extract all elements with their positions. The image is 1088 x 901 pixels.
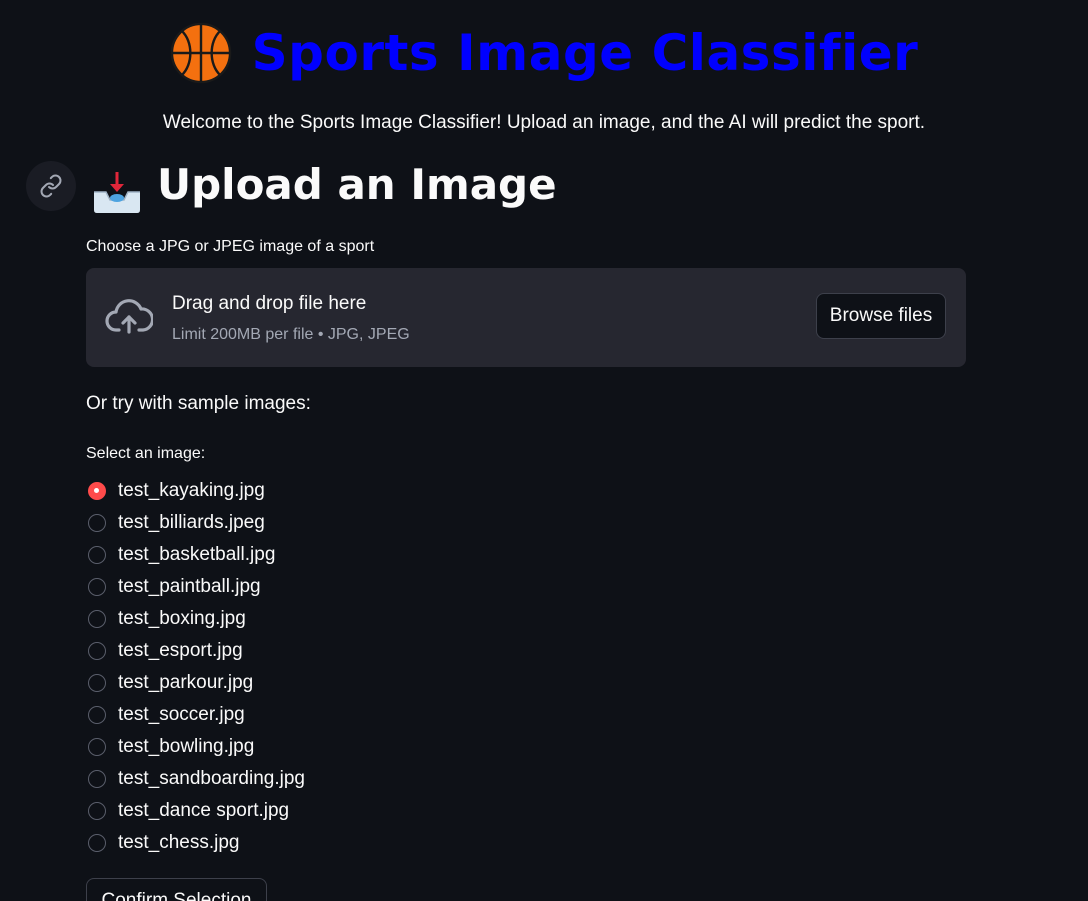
file-uploader-label: Choose a JPG or JPEG image of a sport bbox=[86, 238, 375, 255]
radio-option-label: test_paintball.jpg bbox=[118, 576, 261, 597]
radio-option[interactable]: test_paintball.jpg bbox=[88, 571, 305, 603]
radio-button[interactable] bbox=[88, 642, 106, 660]
radio-option-label: test_chess.jpg bbox=[118, 832, 240, 853]
upload-heading: Upload an Image bbox=[157, 160, 557, 209]
radio-option-label: test_sandboarding.jpg bbox=[118, 768, 305, 789]
radio-option-label: test_basketball.jpg bbox=[118, 544, 276, 565]
radio-button[interactable] bbox=[88, 770, 106, 788]
radio-button[interactable] bbox=[88, 546, 106, 564]
sample-images-intro: Or try with sample images: bbox=[86, 393, 311, 414]
radio-option[interactable]: test_dance sport.jpg bbox=[88, 795, 305, 827]
radio-option[interactable]: test_kayaking.jpg bbox=[88, 475, 305, 507]
welcome-text: Welcome to the Sports Image Classifier! … bbox=[162, 112, 926, 133]
radio-group-label: Select an image: bbox=[86, 445, 206, 462]
dropzone-limit-text: Limit 200MB per file • JPG, JPEG bbox=[172, 326, 410, 343]
inbox-tray-icon bbox=[94, 172, 140, 213]
cloud-upload-icon bbox=[105, 299, 153, 334]
page-title: Sports Image Classifier bbox=[251, 24, 919, 82]
link-icon bbox=[40, 174, 62, 198]
radio-option-label: test_billiards.jpeg bbox=[118, 512, 265, 533]
radio-button[interactable] bbox=[88, 738, 106, 756]
radio-option-label: test_esport.jpg bbox=[118, 640, 243, 661]
radio-option[interactable]: test_billiards.jpeg bbox=[88, 507, 305, 539]
radio-button[interactable] bbox=[88, 610, 106, 628]
browse-files-button[interactable]: Browse files bbox=[816, 293, 946, 339]
heading-anchor-link[interactable] bbox=[26, 161, 76, 211]
confirm-selection-button[interactable]: Confirm Selection bbox=[86, 878, 267, 901]
radio-button[interactable] bbox=[88, 514, 106, 532]
basketball-icon bbox=[170, 22, 231, 84]
radio-option-label: test_kayaking.jpg bbox=[118, 480, 265, 501]
dropzone-title: Drag and drop file here bbox=[172, 293, 367, 314]
radio-option[interactable]: test_soccer.jpg bbox=[88, 699, 305, 731]
radio-option[interactable]: test_basketball.jpg bbox=[88, 539, 305, 571]
radio-button[interactable] bbox=[88, 674, 106, 692]
radio-option-label: test_dance sport.jpg bbox=[118, 800, 290, 821]
radio-option[interactable]: test_boxing.jpg bbox=[88, 603, 305, 635]
radio-option-label: test_bowling.jpg bbox=[118, 736, 255, 757]
radio-button[interactable] bbox=[88, 578, 106, 596]
app-page: Sports Image Classifier Welcome to the S… bbox=[0, 0, 1088, 901]
file-dropzone[interactable]: Drag and drop file here Limit 200MB per … bbox=[86, 268, 966, 367]
radio-button[interactable] bbox=[88, 706, 106, 724]
radio-button[interactable] bbox=[88, 834, 106, 852]
sample-image-radio-group: test_kayaking.jpg test_billiards.jpegtest… bbox=[88, 475, 305, 859]
radio-option-label: test_boxing.jpg bbox=[118, 608, 246, 629]
radio-button-selected[interactable] bbox=[88, 482, 106, 500]
radio-option[interactable]: test_sandboarding.jpg bbox=[88, 763, 305, 795]
radio-option-label: test_parkour.jpg bbox=[118, 672, 254, 693]
radio-button[interactable] bbox=[88, 802, 106, 820]
radio-option[interactable]: test_bowling.jpg bbox=[88, 731, 305, 763]
radio-option[interactable]: test_esport.jpg bbox=[88, 635, 305, 667]
radio-option[interactable]: test_chess.jpg bbox=[88, 827, 305, 859]
radio-option-label: test_soccer.jpg bbox=[118, 704, 245, 725]
radio-option[interactable]: test_parkour.jpg bbox=[88, 667, 305, 699]
title-row: Sports Image Classifier bbox=[0, 22, 1088, 84]
